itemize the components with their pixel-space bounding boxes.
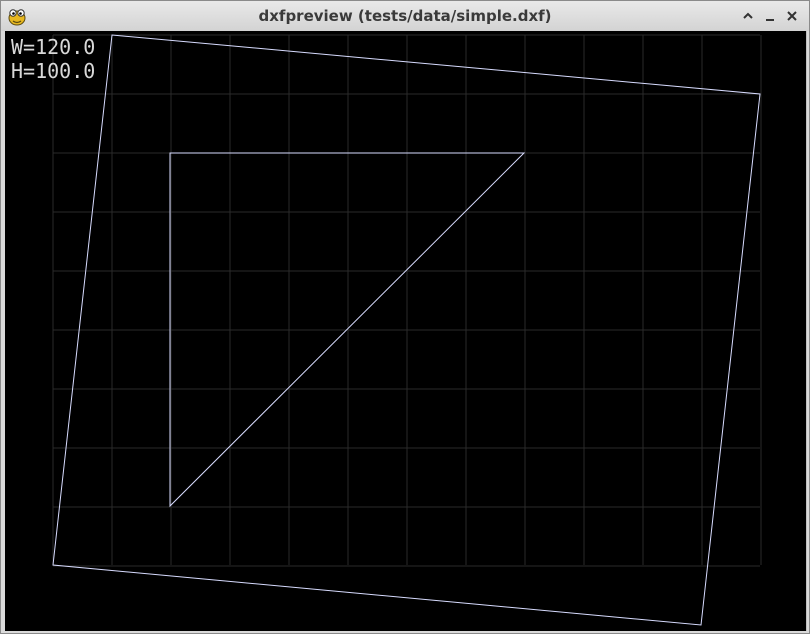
close-button[interactable] <box>781 5 803 27</box>
close-icon <box>786 7 798 26</box>
dxf-drawing <box>52 34 762 626</box>
maximize-button[interactable] <box>737 5 759 27</box>
dxf-preview-canvas[interactable]: W=120.0 H=100.0 <box>5 31 807 631</box>
chevron-up-icon <box>742 7 754 26</box>
window-title: dxfpreview (tests/data/simple.dxf) <box>258 7 552 25</box>
window-controls <box>737 5 803 27</box>
height-readout: H=100.0 <box>11 59 96 83</box>
app-window: dxfpreview (tests/data/simple.dxf) W=120… <box>0 0 810 634</box>
minimize-button[interactable] <box>759 5 781 27</box>
dimension-readout: W=120.0 H=100.0 <box>11 35 95 83</box>
width-readout: W=120.0 <box>11 35 96 59</box>
title-bar[interactable]: dxfpreview (tests/data/simple.dxf) <box>1 1 809 31</box>
grid <box>52 34 762 567</box>
minimize-icon <box>764 7 776 26</box>
